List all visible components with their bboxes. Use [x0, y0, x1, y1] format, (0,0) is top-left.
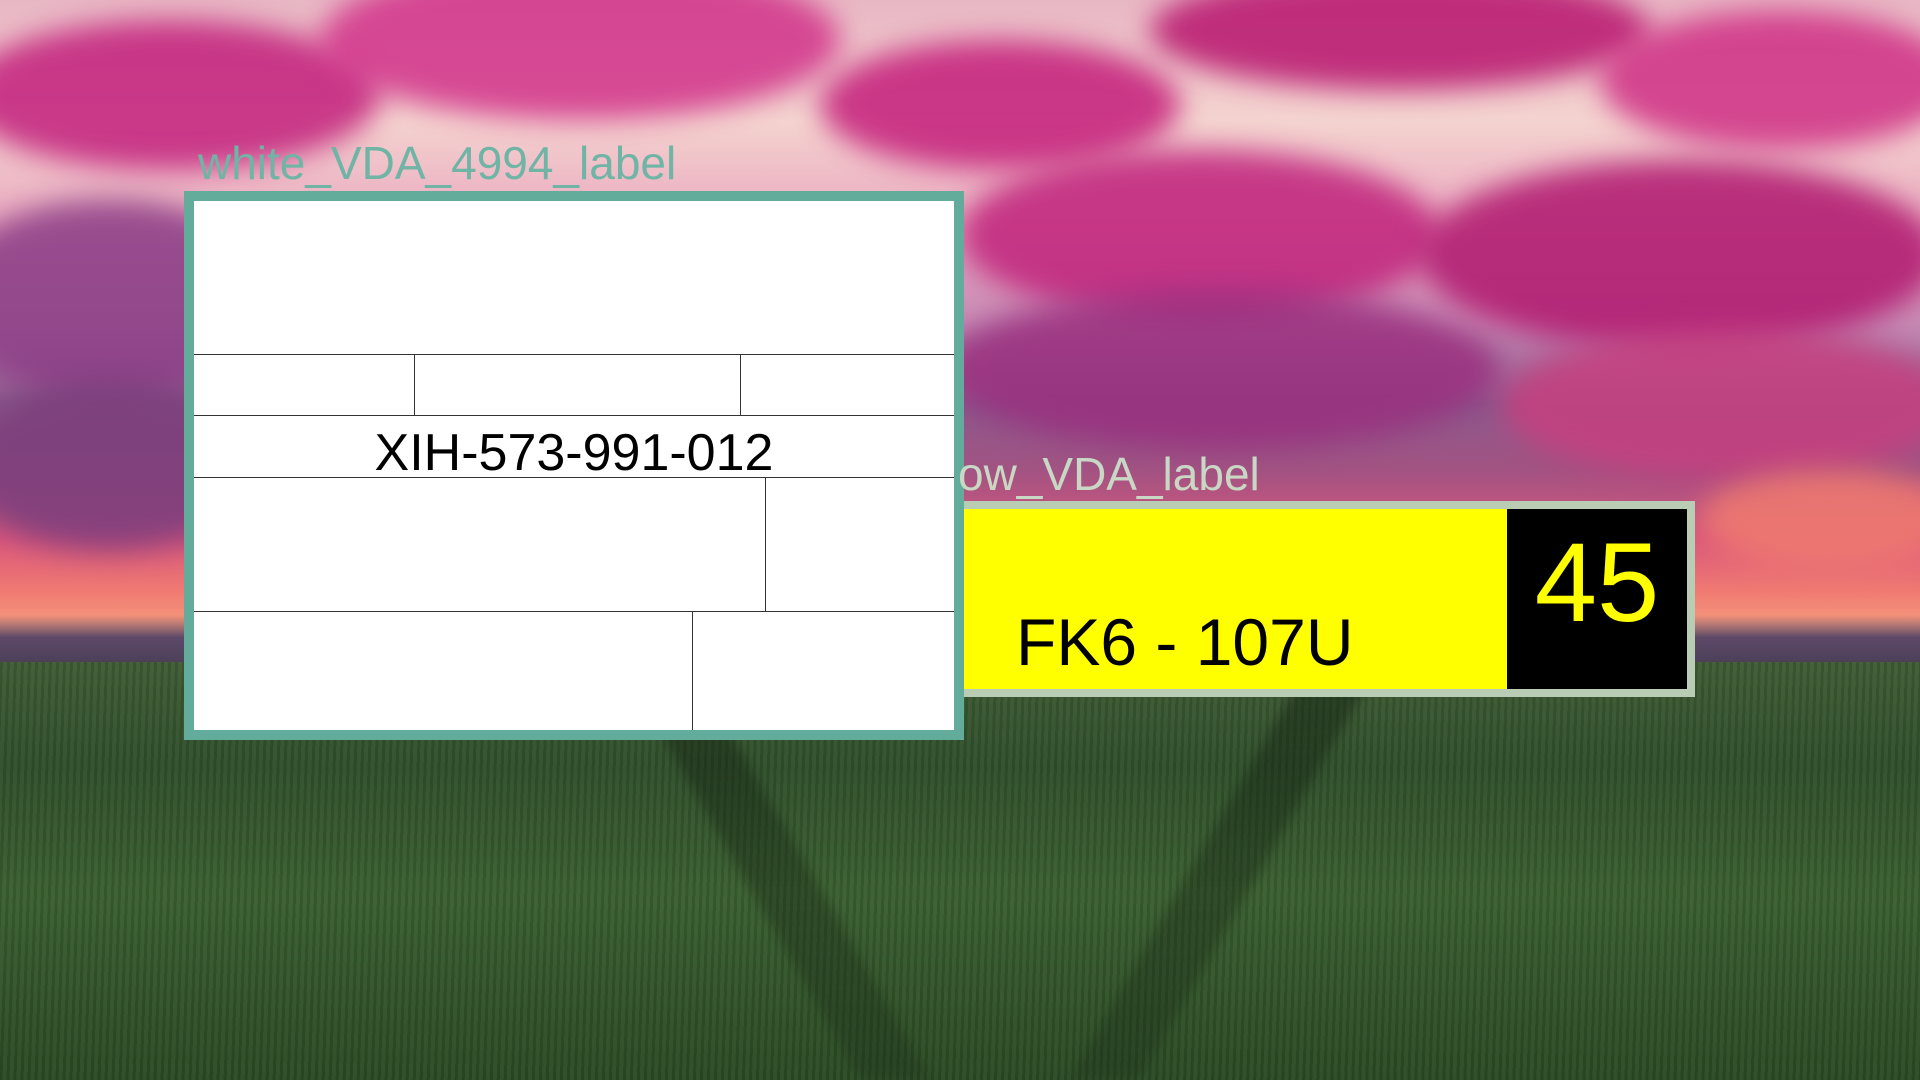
yellow-vda-label[interactable]: FK6 - 107U 45: [964, 501, 1695, 697]
yellow-label-code: FK6 - 107U: [1016, 605, 1354, 679]
cloud: [1420, 160, 1920, 350]
grid-line: [194, 611, 954, 612]
yellow-label-number: 45: [1534, 520, 1660, 645]
cloud: [940, 290, 1500, 450]
white-vda-label[interactable]: XIH-573-991-012: [184, 191, 964, 740]
desktop-background: white_VDA_4994_label XIH-573-991-012 ow_…: [0, 0, 1920, 1080]
cloud: [820, 40, 1180, 170]
grid-line: [194, 415, 954, 416]
grid-line: [740, 354, 741, 415]
yellow-label-number-box: 45: [1507, 509, 1687, 689]
grid-line: [414, 354, 415, 415]
white-label-code: XIH-573-991-012: [374, 424, 774, 482]
yellow-label-caption: ow_VDA_label: [958, 448, 1260, 500]
grid-line: [194, 354, 954, 355]
grid-line: [765, 477, 766, 611]
grid-line: [692, 611, 693, 730]
white-label-caption: white_VDA_4994_label: [198, 137, 677, 189]
